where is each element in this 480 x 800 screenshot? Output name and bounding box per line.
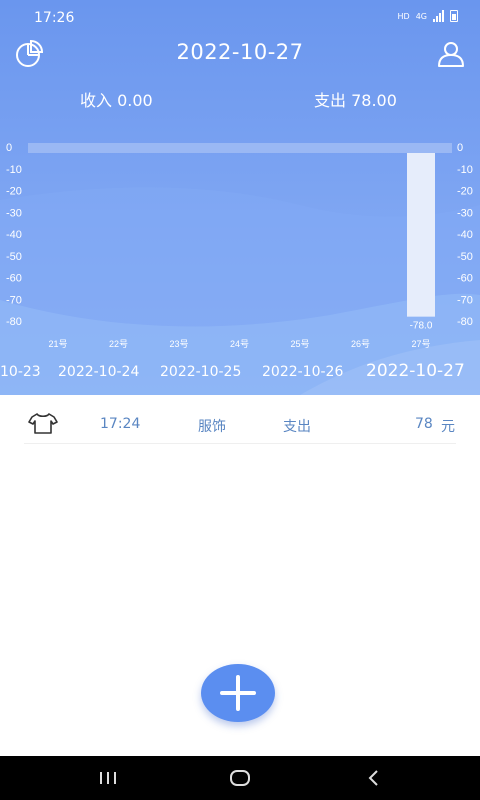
back-icon[interactable] (362, 768, 386, 788)
daily-bar-chart: 0 0 -10 -10 -20 -20 -30 -30 -40 -40 -50 -50 -60 -60 -7… (6, 142, 473, 349)
x-tick-22号: 22号 (109, 339, 128, 349)
date-item[interactable]: 10-23 (0, 364, 41, 380)
y-tick-right: -80 (457, 316, 473, 328)
y-tick-left: -20 (6, 186, 22, 198)
income-total: 收入 0.00 (80, 91, 153, 110)
y-tick-right: -20 (457, 186, 473, 198)
y-tick-left: -50 (6, 251, 22, 263)
tshirt-icon (28, 413, 58, 434)
date-item-selected[interactable]: 2022-10-27 (366, 361, 465, 381)
bar-value-label: -78.0 (410, 321, 433, 332)
status-bar: 17:26 HD 4G (0, 0, 480, 36)
x-tick-23号: 23号 (169, 339, 188, 349)
network-badge: 4G (415, 11, 427, 21)
signal-icon (433, 10, 444, 22)
y-tick-left: 0 (6, 142, 12, 154)
x-tick-21号: 21号 (48, 339, 67, 349)
y-tick-right: -10 (457, 164, 473, 176)
record-unit: 元 (441, 419, 455, 435)
system-nav-bar (0, 756, 480, 800)
date-strip[interactable]: 10-23 2022-10-24 2022-10-25 2022-10-26 2022-… (0, 361, 480, 388)
x-tick-24号: 24号 (230, 339, 249, 349)
x-tick-26号: 26号 (351, 339, 370, 349)
expense-total: 支出 78.00 (314, 91, 397, 110)
y-tick-left: -30 (6, 207, 22, 219)
y-tick-right: -30 (457, 207, 473, 219)
hd-badge: HD (397, 11, 410, 21)
date-item[interactable]: 2022-10-25 (160, 364, 241, 380)
zero-band (28, 143, 452, 153)
record-type: 支出 (283, 419, 311, 435)
add-record-button[interactable] (201, 664, 275, 722)
home-icon[interactable] (228, 768, 252, 788)
date-item[interactable]: 2022-10-24 (58, 364, 139, 380)
y-tick-left: -60 (6, 273, 22, 285)
y-tick-right: -70 (457, 294, 473, 306)
record-amount: 78 (415, 416, 433, 432)
date-item[interactable]: 2022-10-26 (262, 364, 343, 380)
recents-icon[interactable] (96, 768, 120, 788)
battery-icon (450, 10, 458, 22)
status-time: 17:26 (34, 10, 75, 26)
page-title: 2022-10-27 (176, 40, 304, 64)
y-tick-right: 0 (457, 142, 463, 154)
x-tick-25号: 25号 (290, 339, 309, 349)
y-tick-left: -40 (6, 229, 22, 241)
y-tick-left: -10 (6, 164, 22, 176)
bar-27号 (407, 153, 435, 317)
record-row[interactable]: 17:24 服饰 支出 78 元 (24, 398, 456, 444)
x-tick-27号: 27号 (411, 339, 430, 349)
header-panel: 17:26 HD 4G 2022-10-27 收入 0.00 支出 78.00 … (0, 0, 480, 395)
user-icon[interactable] (435, 38, 467, 70)
y-tick-left: -80 (6, 316, 22, 328)
y-tick-right: -50 (457, 251, 473, 263)
record-time: 17:24 (100, 416, 141, 432)
y-tick-left: -70 (6, 294, 22, 306)
y-tick-right: -60 (457, 273, 473, 285)
y-tick-right: -40 (457, 229, 473, 241)
status-indicators: HD 4G (398, 10, 458, 22)
plus-icon (220, 675, 256, 711)
record-category: 服饰 (198, 419, 226, 435)
